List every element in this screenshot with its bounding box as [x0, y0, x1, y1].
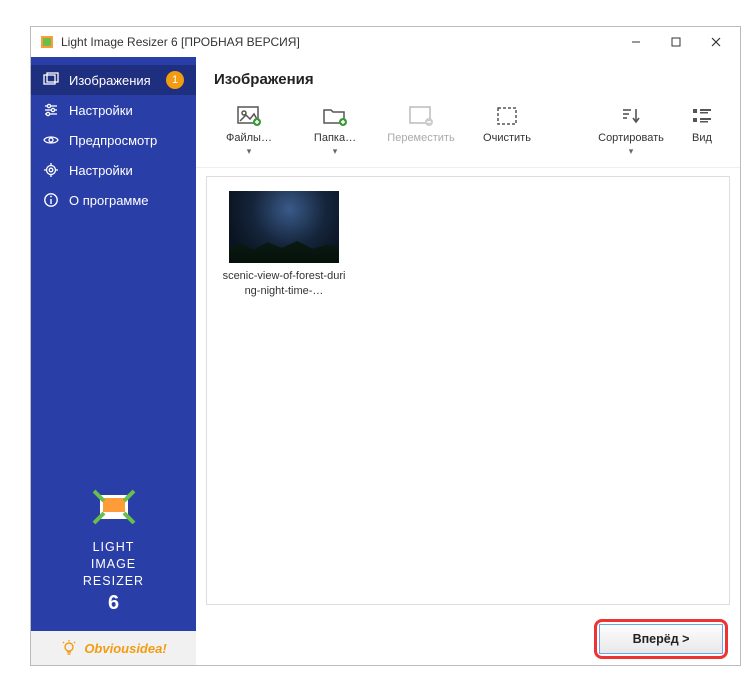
- tool-sort[interactable]: Сортировать ▾: [588, 100, 674, 161]
- chevron-down-icon: ▾: [629, 146, 634, 157]
- thumbnail-grid[interactable]: scenic-view-of-forest-during-night-time-…: [206, 176, 730, 605]
- brand-version: 6: [31, 592, 196, 615]
- brand-name: LIGHT IMAGE RESIZER: [31, 539, 196, 590]
- thumbnail-preview: [229, 191, 339, 263]
- app-icon: [39, 34, 55, 50]
- tool-clear[interactable]: Очистить: [464, 100, 550, 148]
- lightbulb-icon: [60, 639, 78, 657]
- minimize-button[interactable]: [616, 28, 656, 56]
- sort-icon: [617, 104, 645, 128]
- eye-icon: [43, 132, 59, 148]
- tool-view[interactable]: Вид: [674, 100, 730, 148]
- sidebar-item-settings-2[interactable]: Настройки: [31, 155, 196, 185]
- next-button-highlight: Вперёд >: [594, 619, 728, 659]
- chevron-down-icon: ▾: [247, 146, 252, 157]
- sidebar-badge: 1: [166, 71, 184, 89]
- tool-files[interactable]: Файлы… ▾: [206, 100, 292, 161]
- add-image-icon: [235, 104, 263, 128]
- sidebar-item-label: О программе: [69, 193, 149, 208]
- remove-image-icon: [407, 104, 435, 128]
- close-button[interactable]: [696, 28, 736, 56]
- sidebar: Изображения 1 Настройки Предпросмотр Нас…: [31, 57, 196, 665]
- sidebar-item-preview[interactable]: Предпросмотр: [31, 125, 196, 155]
- action-bar: Вперёд >: [196, 613, 740, 665]
- titlebar: Light Image Resizer 6 [ПРОБНАЯ ВЕРСИЯ]: [31, 27, 740, 57]
- sidebar-item-settings-1[interactable]: Настройки: [31, 95, 196, 125]
- main-heading: Изображения: [196, 57, 740, 98]
- sliders-icon: [43, 102, 59, 118]
- sidebar-nav: Изображения 1 Настройки Предпросмотр Нас…: [31, 57, 196, 215]
- thumbnail-item[interactable]: scenic-view-of-forest-during-night-time-…: [221, 191, 347, 299]
- view-icon: [688, 104, 716, 128]
- thumbnail-caption: scenic-view-of-forest-during-night-time-…: [221, 269, 347, 299]
- brand-block: LIGHT IMAGE RESIZER 6: [31, 473, 196, 631]
- tool-move: Переместить: [378, 100, 464, 148]
- images-icon: [43, 72, 59, 88]
- sidebar-item-label: Настройки: [69, 103, 133, 118]
- sidebar-item-label: Предпросмотр: [69, 133, 157, 148]
- gear-icon: [43, 162, 59, 178]
- app-window: Light Image Resizer 6 [ПРОБНАЯ ВЕРСИЯ] И…: [30, 26, 741, 666]
- chevron-down-icon: ▾: [333, 146, 338, 157]
- maximize-button[interactable]: [656, 28, 696, 56]
- window-title: Light Image Resizer 6 [ПРОБНАЯ ВЕРСИЯ]: [61, 35, 616, 49]
- footer-brand[interactable]: Obviousidea!: [31, 631, 196, 665]
- toolbar: Файлы… ▾ Папка… ▾ Переместить Очистить: [196, 98, 740, 168]
- sidebar-item-label: Настройки: [69, 163, 133, 178]
- next-button[interactable]: Вперёд >: [599, 624, 723, 654]
- sidebar-item-about[interactable]: О программе: [31, 185, 196, 215]
- sidebar-item-images[interactable]: Изображения 1: [31, 65, 196, 95]
- main-pane: Изображения Файлы… ▾ Папка… ▾ Переместит…: [196, 57, 740, 665]
- tool-folder[interactable]: Папка… ▾: [292, 100, 378, 161]
- add-folder-icon: [321, 104, 349, 128]
- sidebar-item-label: Изображения: [69, 73, 151, 88]
- brand-logo-icon: [90, 483, 138, 531]
- info-icon: [43, 192, 59, 208]
- clear-icon: [493, 104, 521, 128]
